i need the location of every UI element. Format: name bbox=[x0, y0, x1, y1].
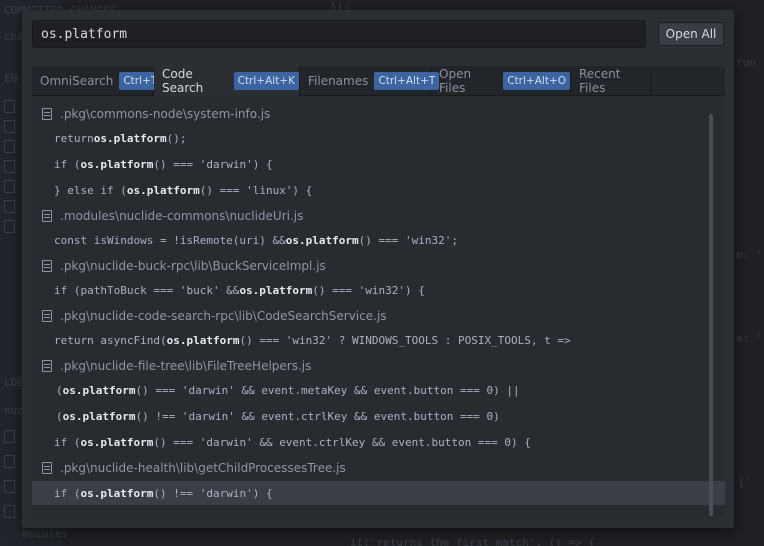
background-text: e: ' bbox=[736, 248, 763, 261]
background-text: run bbox=[736, 56, 756, 69]
tab-filenames[interactable]: Filenames Ctrl+Alt+T bbox=[300, 66, 440, 95]
match-prefix: if ( bbox=[54, 435, 81, 449]
match-highlight: os.platform bbox=[126, 183, 200, 197]
folder-icon bbox=[4, 430, 15, 443]
results-list: .pkg\commons-node\system-info.js return … bbox=[32, 96, 725, 518]
match-suffix: () === 'win32') { bbox=[312, 283, 425, 297]
file-path: .modules\nuclide-commons\nuclideUri.js bbox=[60, 209, 304, 223]
match-prefix: ( bbox=[56, 383, 63, 397]
result-match[interactable]: } else if (os.platform() === 'linux') { bbox=[32, 179, 725, 201]
tab-recent-files[interactable]: Recent Files bbox=[571, 66, 651, 95]
match-prefix: } else if ( bbox=[54, 183, 127, 197]
file-icon bbox=[42, 310, 52, 322]
match-prefix: if ( bbox=[54, 486, 81, 500]
match-suffix: () === 'win32' ? WINDOWS_TOOLS : POSIX_T… bbox=[239, 333, 571, 347]
tab-open-files[interactable]: Open Files Ctrl+Alt+O bbox=[431, 66, 571, 95]
result-file-header[interactable]: .pkg\nuclide-file-tree\lib\FileTreeHelpe… bbox=[32, 355, 715, 377]
match-suffix: () === 'darwin') { bbox=[153, 157, 273, 171]
match-highlight: os.platform bbox=[93, 131, 167, 145]
result-match[interactable]: if (os.platform() === 'darwin' && event.… bbox=[32, 431, 725, 453]
result-match[interactable]: (os.platform() === 'darwin' && event.met… bbox=[32, 379, 725, 401]
tab-code-search[interactable]: Code Search Ctrl+Alt+K bbox=[154, 66, 300, 96]
result-match-selected[interactable]: if (os.platform() !== 'darwin') { bbox=[32, 481, 725, 505]
result-match[interactable]: if (pathToBuck === 'buck' && os.platform… bbox=[32, 279, 725, 301]
file-icon bbox=[42, 108, 52, 120]
match-prefix: return bbox=[54, 131, 94, 145]
match-suffix: () !== 'darwin' && event.ctrlKey && even… bbox=[135, 409, 500, 423]
result-file-header[interactable]: .pkg\nuclide-code-search-rpc\lib\CodeSea… bbox=[32, 305, 715, 327]
file-icon bbox=[4, 120, 15, 133]
match-highlight: os.platform bbox=[285, 233, 359, 247]
match-highlight: os.platform bbox=[62, 383, 136, 397]
tab-label: Open Files bbox=[439, 66, 472, 95]
match-highlight: os.platform bbox=[166, 333, 240, 347]
file-path: .pkg\nuclide-file-tree\lib\FileTreeHelpe… bbox=[60, 359, 312, 373]
tab-omnisearch[interactable]: OmniSearch Ctrl+T bbox=[32, 66, 162, 95]
match-prefix: const isWindows = !isRemote(uri) && bbox=[54, 233, 286, 247]
background-text: e: ' bbox=[736, 332, 763, 345]
folder-icon bbox=[4, 455, 15, 468]
folder-icon bbox=[4, 505, 15, 518]
result-match[interactable]: (os.platform() !== 'darwin' && event.ctr… bbox=[32, 405, 725, 427]
quick-open-modal: os.platform Open All OmniSearch Ctrl+T C… bbox=[22, 10, 734, 528]
shortcut-badge: Ctrl+Alt+O bbox=[503, 71, 570, 90]
tab-label: OmniSearch bbox=[40, 73, 114, 88]
result-match[interactable]: return asyncFind(os.platform() === 'win3… bbox=[32, 329, 725, 351]
open-all-button[interactable]: Open All bbox=[658, 22, 724, 46]
results-scrollbar[interactable] bbox=[709, 114, 713, 516]
file-icon bbox=[4, 220, 15, 233]
match-suffix: (); bbox=[166, 131, 187, 145]
file-path: .pkg\nuclide-buck-rpc\lib\BuckServiceImp… bbox=[60, 259, 326, 273]
folder-icon bbox=[4, 480, 15, 493]
file-icon bbox=[42, 462, 52, 474]
background-text: [' bbox=[738, 476, 752, 489]
shortcut-badge: Ctrl+Alt+K bbox=[233, 72, 299, 90]
provider-tabs: OmniSearch Ctrl+T Code Search Ctrl+Alt+K… bbox=[32, 66, 725, 96]
match-prefix: return asyncFind( bbox=[54, 333, 167, 347]
file-icon bbox=[42, 360, 52, 372]
file-icon bbox=[4, 200, 15, 213]
file-icon bbox=[4, 180, 15, 193]
result-match[interactable]: return os.platform (); bbox=[32, 127, 725, 149]
file-path: .pkg\nuclide-code-search-rpc\lib\CodeSea… bbox=[60, 309, 387, 323]
tab-label: Filenames bbox=[308, 73, 369, 88]
file-icon bbox=[4, 160, 15, 173]
file-icon bbox=[4, 140, 15, 153]
match-suffix: () === 'win32'; bbox=[358, 233, 458, 247]
match-suffix: () === 'linux') { bbox=[199, 183, 313, 197]
match-prefix: if ( bbox=[54, 157, 81, 171]
result-match[interactable]: const isWindows = !isRemote(uri) && os.p… bbox=[32, 229, 725, 251]
match-highlight: os.platform bbox=[80, 486, 154, 500]
file-path: .pkg\commons-node\system-info.js bbox=[60, 107, 271, 121]
result-file-header[interactable]: .modules\nuclide-commons\nuclideUri.js bbox=[32, 205, 715, 227]
match-highlight: os.platform bbox=[80, 435, 154, 449]
shortcut-badge: Ctrl+Alt+T bbox=[374, 71, 440, 90]
tab-label: Code Search bbox=[162, 67, 204, 95]
match-highlight: os.platform bbox=[80, 157, 154, 171]
result-file-header[interactable]: .pkg\commons-node\system-info.js bbox=[32, 103, 715, 125]
result-file-header[interactable]: .pkg\nuclide-buck-rpc\lib\BuckServiceImp… bbox=[32, 255, 715, 277]
match-prefix: ( bbox=[56, 409, 63, 423]
background-text: mocules bbox=[22, 527, 69, 540]
match-highlight: os.platform bbox=[239, 283, 313, 297]
search-input[interactable]: os.platform bbox=[32, 20, 646, 48]
file-icon bbox=[42, 210, 52, 222]
result-match[interactable]: if (os.platform() === 'darwin') { bbox=[32, 153, 725, 175]
match-prefix: if (pathToBuck === 'buck' && bbox=[54, 283, 240, 297]
tab-label: Recent Files bbox=[579, 66, 621, 95]
match-suffix: () !== 'darwin') { bbox=[153, 486, 273, 500]
match-suffix: () === 'darwin' && event.metaKey && even… bbox=[135, 383, 520, 397]
file-icon bbox=[4, 100, 15, 113]
background-text: it('returns the first match', () => { bbox=[350, 536, 596, 546]
file-icon bbox=[42, 260, 52, 272]
result-file-header[interactable]: .pkg\nuclide-health\lib\getChildProcesse… bbox=[32, 457, 715, 479]
file-path: .pkg\nuclide-health\lib\getChildProcesse… bbox=[60, 461, 346, 475]
match-highlight: os.platform bbox=[62, 409, 136, 423]
match-suffix: () === 'darwin' && event.ctrlKey && even… bbox=[153, 435, 531, 449]
